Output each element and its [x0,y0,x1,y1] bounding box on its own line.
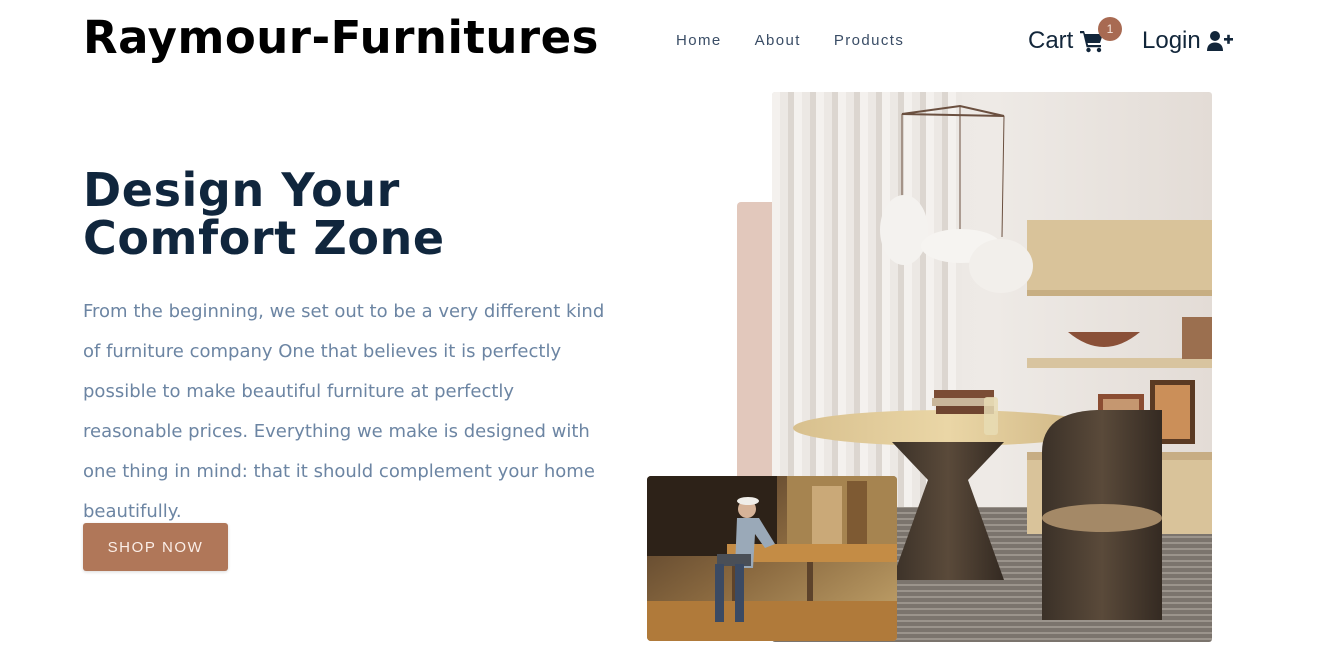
hero-title-line-1: Design Your [83,163,400,217]
brand-logo[interactable]: Raymour-Furnitures [83,10,599,66]
hero-title: Design Your Comfort Zone [83,166,583,262]
cart-button[interactable]: Cart 1 [1028,17,1122,56]
user-plus-icon [1206,31,1233,51]
nav-link-about[interactable]: About [755,31,801,51]
carpenter-workshop-image [647,476,897,641]
nav-link-products[interactable]: Products [834,31,904,51]
hero-title-line-2: Comfort Zone [83,211,445,265]
login-label: Login [1142,27,1201,54]
nav-links: Home About Products [676,31,904,51]
cart-count-badge: 1 [1098,17,1122,41]
hero-description: From the beginning, we set out to be a v… [83,301,605,522]
shop-now-button[interactable]: SHOP NOW [83,523,228,571]
login-button[interactable]: Login [1142,26,1233,56]
cart-label: Cart [1028,27,1074,54]
nav-link-home[interactable]: Home [676,31,722,51]
